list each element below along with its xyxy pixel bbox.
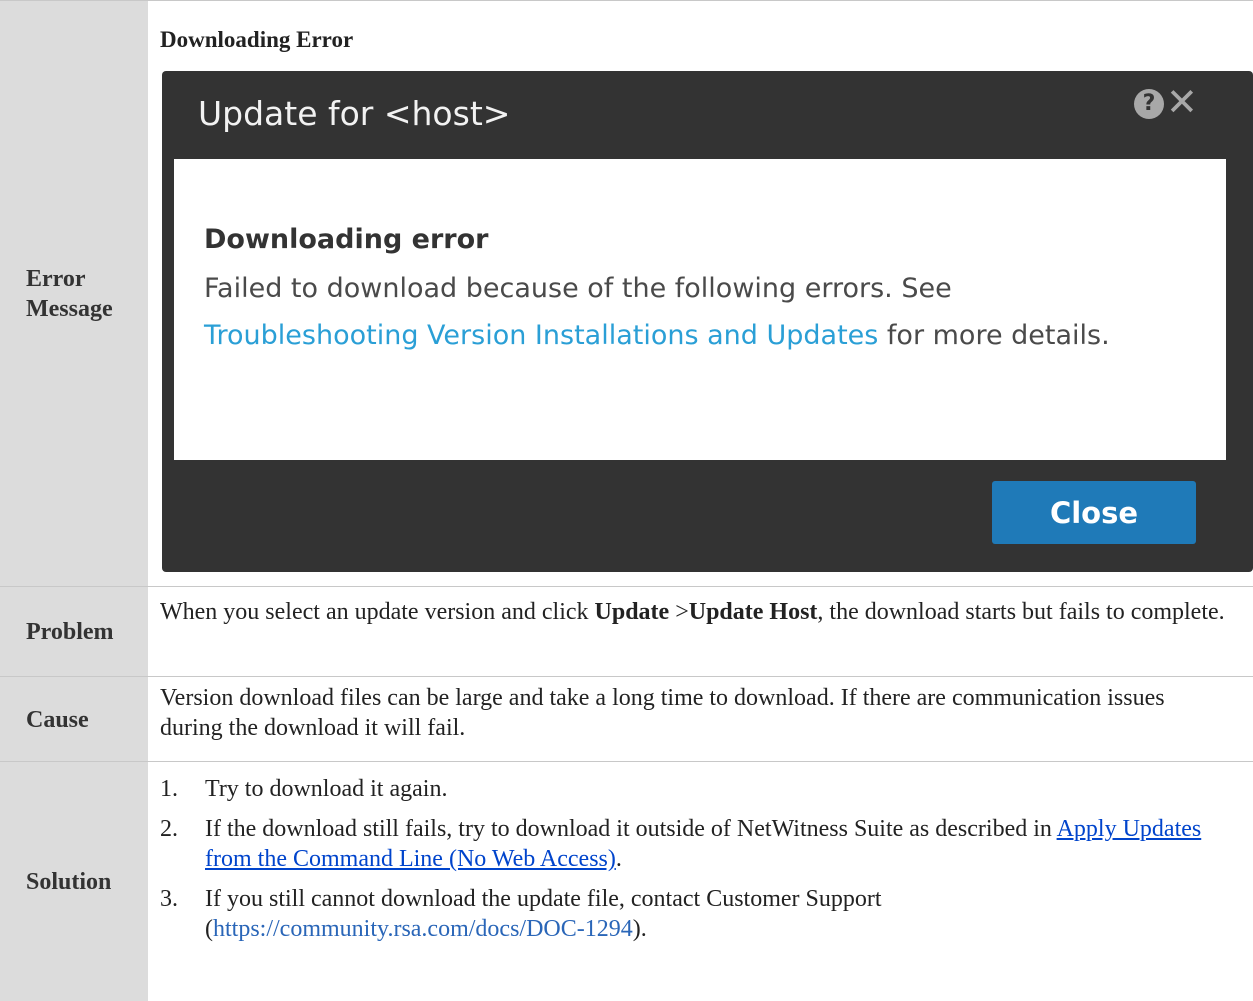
cause-content: Version download files can be large and … bbox=[148, 677, 1253, 762]
update-menu-label: Update bbox=[594, 599, 670, 625]
solution-step: 2. If the download still fails, try to d… bbox=[160, 814, 1240, 874]
row-cause: Cause Version download files can be larg… bbox=[0, 676, 1253, 762]
step-text-after: . bbox=[615, 846, 622, 872]
solution-steps: 1. Try to download it again. 2. If the d… bbox=[160, 774, 1240, 954]
cause-label: Cause bbox=[26, 706, 89, 733]
dialog-text-part-2: for more details. bbox=[878, 320, 1110, 351]
problem-text-3: , the download starts but fails to compl… bbox=[817, 599, 1225, 625]
row-problem: Problem When you select an update versio… bbox=[0, 586, 1253, 677]
error-message-label: Error Message bbox=[26, 266, 113, 322]
problem-text: When you select an update version and cl… bbox=[160, 597, 1230, 627]
row-solution: Solution 1. Try to download it again. 2.… bbox=[0, 761, 1253, 1001]
row-label-error-message: Error Message bbox=[0, 1, 148, 587]
close-icon[interactable]: ✕ bbox=[1166, 79, 1198, 125]
dialog-body-title: Downloading error bbox=[204, 224, 489, 255]
problem-label: Problem bbox=[26, 619, 114, 645]
row-label-solution: Solution bbox=[0, 762, 148, 1001]
dialog-title: Update for <host> bbox=[198, 94, 511, 133]
row-label-problem: Problem bbox=[0, 587, 148, 677]
dialog-body: Downloading error Failed to download bec… bbox=[174, 159, 1226, 460]
section-heading: Downloading Error bbox=[160, 27, 354, 52]
customer-support-link[interactable]: https://community.rsa.com/docs/DOC-1294 bbox=[213, 916, 633, 942]
dialog-body-text: Failed to download because of the follow… bbox=[204, 265, 1204, 359]
step-number: 1. bbox=[160, 776, 178, 802]
troubleshooting-link[interactable]: Troubleshooting Version Installations an… bbox=[204, 320, 878, 351]
problem-text-1: When you select an update version and cl… bbox=[160, 599, 595, 625]
error-message-content: Downloading Error Update for <host> ? ✕ … bbox=[148, 1, 1253, 587]
update-host-label: Update Host bbox=[688, 599, 818, 625]
solution-content: 1. Try to download it again. 2. If the d… bbox=[148, 762, 1253, 1001]
step-text-after: ). bbox=[632, 916, 647, 942]
solution-label: Solution bbox=[26, 868, 112, 895]
troubleshooting-table: Error Message Downloading Error Update f… bbox=[0, 0, 1253, 1001]
step-text: If the download still fails, try to down… bbox=[205, 816, 1057, 842]
step-text: Try to download it again. bbox=[205, 776, 448, 802]
update-dialog-screenshot: Update for <host> ? ✕ Downloading error … bbox=[162, 71, 1253, 572]
cause-text: Version download files can be large and … bbox=[160, 685, 1165, 741]
close-button[interactable]: Close bbox=[992, 481, 1196, 544]
help-icon[interactable]: ? bbox=[1134, 89, 1164, 119]
row-error-message: Error Message Downloading Error Update f… bbox=[0, 0, 1253, 587]
step-number: 2. bbox=[160, 816, 178, 842]
row-label-cause: Cause bbox=[0, 677, 148, 762]
problem-text-2: > bbox=[669, 599, 689, 625]
solution-step: 3. If you still cannot download the upda… bbox=[160, 884, 1240, 944]
solution-step: 1. Try to download it again. bbox=[160, 774, 1240, 804]
step-number: 3. bbox=[160, 886, 178, 912]
dialog-text-part-1: Failed to download because of the follow… bbox=[204, 273, 952, 304]
problem-content: When you select an update version and cl… bbox=[148, 587, 1253, 677]
